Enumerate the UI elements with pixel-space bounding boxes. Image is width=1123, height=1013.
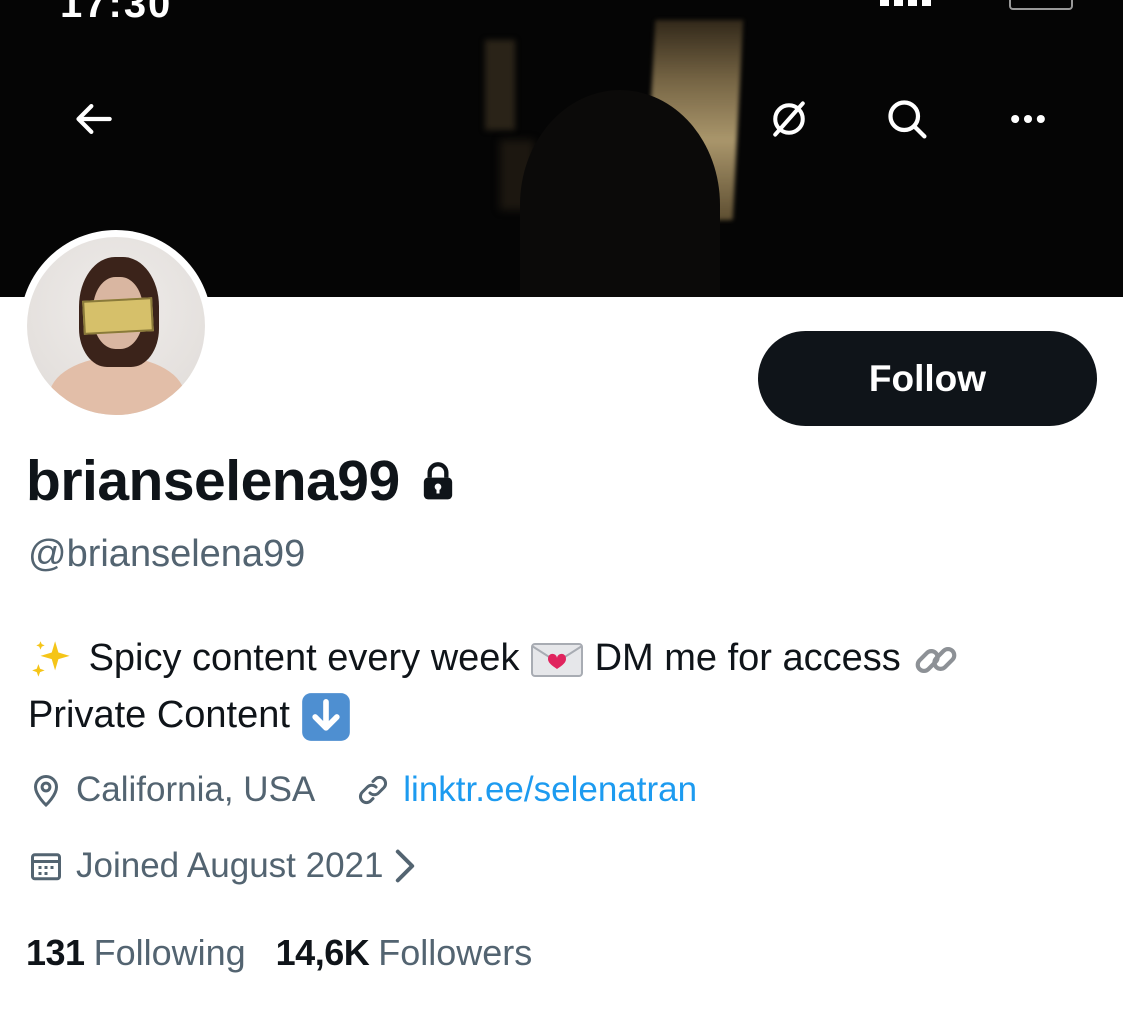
profile-meta-row: California, USA linktr.ee/selenatran xyxy=(28,770,697,810)
chevron-right-icon xyxy=(396,849,415,883)
joined-row[interactable]: Joined August 2021 xyxy=(28,846,417,886)
follow-button[interactable]: Follow xyxy=(758,331,1097,426)
following-stat[interactable]: 131 Following xyxy=(26,932,246,974)
search-icon xyxy=(888,100,927,139)
profile-link[interactable]: linktr.ee/selenatran xyxy=(355,770,697,810)
banner-shape xyxy=(485,40,515,130)
love-letter-icon xyxy=(531,642,584,677)
location: California, USA xyxy=(28,770,315,810)
user-handle: @brianselena99 xyxy=(28,533,306,575)
followers-label: Followers xyxy=(378,932,533,973)
status-time: 17:30 xyxy=(60,0,173,26)
back-button[interactable] xyxy=(66,90,124,148)
bio-line-1: Spicy content every week DM me for acces… xyxy=(28,630,1098,687)
bio-text: Private Content xyxy=(28,694,290,736)
more-button[interactable] xyxy=(999,90,1057,148)
arrow-left-icon xyxy=(76,104,112,134)
search-button[interactable] xyxy=(878,90,936,148)
followers-count: 14,6K xyxy=(275,932,370,973)
translate-button[interactable] xyxy=(760,90,818,148)
follow-stats: 131 Following 14,6K Followers xyxy=(26,932,532,974)
joined-date: Joined August 2021 xyxy=(76,846,384,885)
display-name: brianselena99 xyxy=(26,449,400,513)
location-text: California, USA xyxy=(76,770,316,809)
display-name-row: brianselena99 xyxy=(26,448,456,514)
lock-icon xyxy=(423,462,452,500)
sparkles-icon xyxy=(32,641,70,677)
bio-line-2: Private Content xyxy=(28,687,1098,744)
followers-stat[interactable]: 14,6K Followers xyxy=(276,932,533,974)
avatar-eye-overlay xyxy=(82,297,154,335)
link-emoji-icon xyxy=(915,646,957,674)
bio-text: Spicy content every week xyxy=(88,637,520,679)
following-label: Following xyxy=(93,932,246,973)
signal-icon xyxy=(880,0,932,6)
calendar-icon xyxy=(31,853,61,881)
battery-icon xyxy=(1009,0,1073,10)
profile-bio: Spicy content every week DM me for acces… xyxy=(28,630,1098,744)
link-icon xyxy=(359,776,388,804)
following-count: 131 xyxy=(26,932,85,973)
location-pin-icon xyxy=(33,775,59,808)
profile-link-text[interactable]: linktr.ee/selenatran xyxy=(403,770,697,810)
down-arrow-icon xyxy=(302,693,351,741)
avatar[interactable] xyxy=(27,237,205,415)
translate-icon xyxy=(773,101,805,137)
bio-text: DM me for access xyxy=(594,637,901,679)
more-horizontal-icon xyxy=(1011,114,1045,124)
